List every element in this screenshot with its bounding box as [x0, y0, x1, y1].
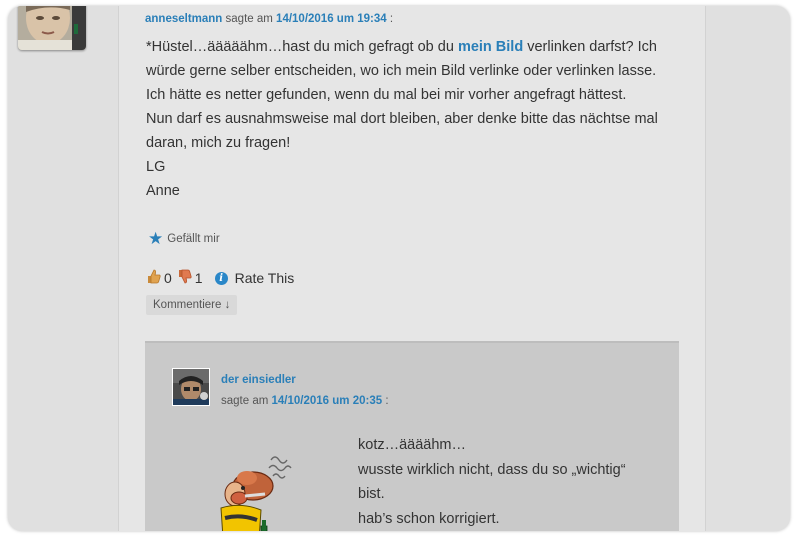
thumbs-down-icon[interactable]	[178, 269, 192, 287]
reply-meta: sagte am 14/10/2016 um 20:35 :	[221, 395, 389, 407]
avatar-anneseltmann[interactable]	[18, 6, 86, 50]
screenshot-frame: anneseltmann sagte am 14/10/2016 um 19:3…	[8, 6, 790, 531]
comment-meta: anneseltmann sagte am 14/10/2016 um 19:3…	[145, 13, 393, 25]
reply-date-link[interactable]: 14/10/2016 um 20:35	[272, 395, 383, 407]
comment-date-link[interactable]: 14/10/2016 um 19:34	[276, 13, 387, 25]
reply-line: kotz…äääähm…	[358, 437, 466, 453]
said-on-label: sagte am	[221, 395, 269, 407]
comment-text: *Hüstel…ääääähm…hast du mich gefragt ob …	[146, 39, 458, 55]
comment-text: verlinken darfst? Ich	[523, 39, 657, 55]
comment-line: Ich hätte es netter gefunden, wenn du ma…	[146, 87, 627, 103]
avatar-der-einsiedler[interactable]	[172, 368, 210, 406]
said-on-label: sagte am	[225, 13, 273, 25]
thumbs-down-count: 1	[194, 270, 203, 286]
rating-widget: 0 1 i Rate This	[147, 269, 294, 287]
comment-author-link[interactable]: anneseltmann	[145, 13, 222, 25]
reply-line: wusste wirklich nicht, dass du so „wicht…	[358, 461, 626, 478]
thumbs-up-count: 0	[164, 270, 172, 286]
comment-body: *Hüstel…ääääähm…hast du mich gefragt ob …	[146, 35, 686, 203]
reply-line: hab’s schon korrigiert.	[358, 510, 500, 527]
like-button[interactable]: ★ Gefällt mir	[148, 230, 220, 247]
reply-button[interactable]: Kommentiere ↓	[146, 295, 238, 315]
comment-line: daran, mich zu fragen!	[146, 135, 291, 151]
reply-author-row: der einsiedler	[221, 374, 296, 386]
rate-this-label[interactable]: Rate This	[235, 270, 295, 286]
cartoon-image	[220, 456, 292, 531]
mein-bild-link[interactable]: mein Bild	[458, 39, 523, 55]
comment-line: Nun darf es ausnahmsweise mal dort bleib…	[146, 111, 658, 127]
comment-line: *Hüstel…ääääähm…hast du mich gefragt ob …	[146, 35, 686, 59]
thumbs-up-icon[interactable]	[147, 269, 161, 287]
nested-reply: der einsiedler sagte am 14/10/2016 um 20…	[145, 341, 679, 531]
meta-colon: :	[389, 13, 394, 25]
like-label: Gefällt mir	[167, 232, 220, 245]
reply-author-link[interactable]: der einsiedler	[221, 374, 296, 386]
comment-line: würde gerne selber entscheiden, wo ich m…	[146, 63, 657, 79]
reply-body: kotz…äääähm… wusste wirklich nicht, dass…	[358, 433, 626, 531]
meta-colon: :	[385, 395, 389, 407]
reply-line: bist.	[358, 486, 385, 502]
comment-line: LG	[146, 159, 166, 175]
comment-line: Anne	[146, 183, 180, 199]
info-icon[interactable]: i	[214, 271, 228, 285]
star-icon: ★	[148, 229, 164, 248]
